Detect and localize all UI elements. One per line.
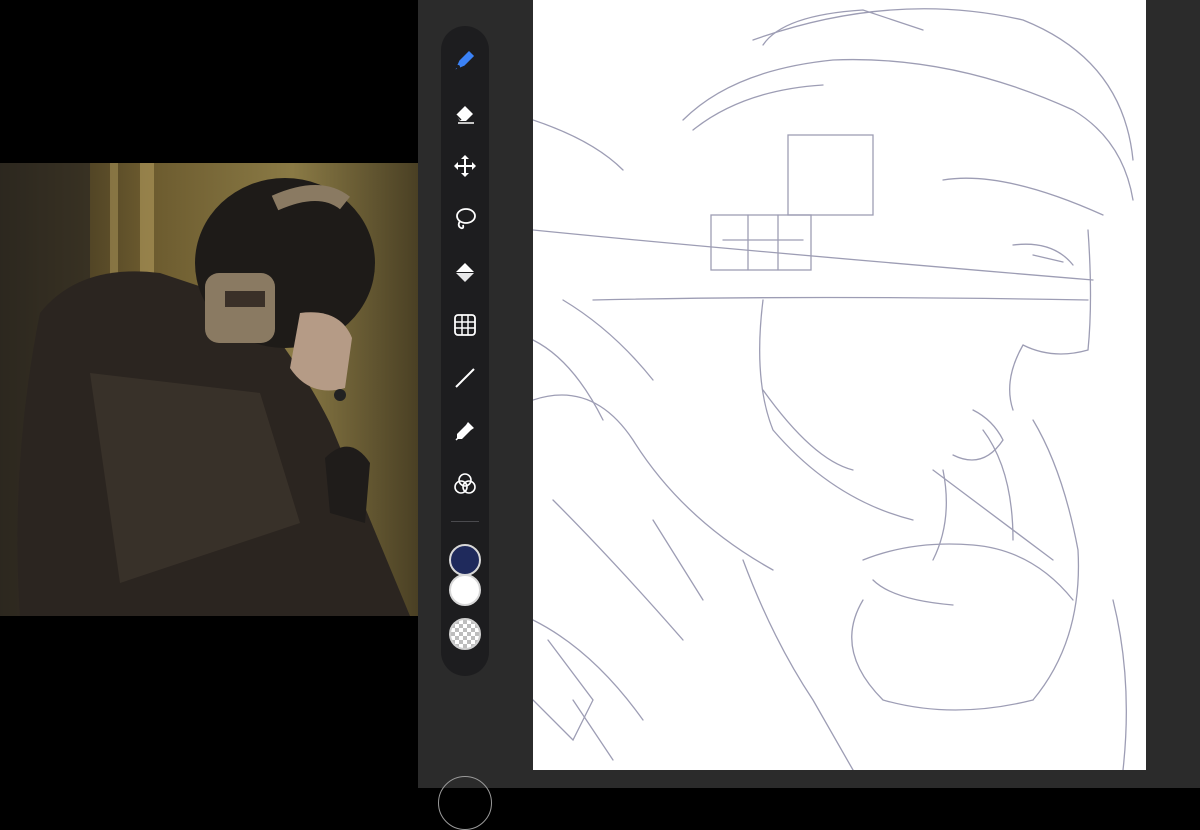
bottom-menu-button[interactable] xyxy=(438,776,492,830)
move-tool-button[interactable] xyxy=(445,146,485,186)
eyedropper-tool-button[interactable] xyxy=(445,411,485,451)
transform-grid-icon xyxy=(452,312,478,338)
tool-palette xyxy=(441,26,489,676)
transform-tool-button[interactable] xyxy=(445,305,485,345)
drawing-canvas[interactable] xyxy=(533,0,1146,770)
primary-color-swatch[interactable] xyxy=(449,544,481,576)
eraser-tool-button[interactable] xyxy=(445,93,485,133)
sketch-strokes xyxy=(533,8,1134,770)
lasso-icon xyxy=(452,206,478,232)
secondary-color-swatch[interactable] xyxy=(449,574,481,606)
toolbar-divider xyxy=(451,521,479,522)
move-icon xyxy=(452,153,478,179)
pen-icon xyxy=(452,47,478,73)
blend-tool-button[interactable] xyxy=(445,464,485,504)
pen-tool-button[interactable] xyxy=(445,40,485,80)
eraser-icon xyxy=(452,100,478,126)
blend-circles-icon xyxy=(452,471,478,497)
line-tool-button[interactable] xyxy=(445,358,485,398)
transparent-color-swatch[interactable] xyxy=(449,618,481,650)
fill-tool-button[interactable] xyxy=(445,252,485,292)
line-icon xyxy=(452,365,478,391)
fill-icon xyxy=(452,259,478,285)
reference-photo xyxy=(0,163,418,616)
eyedropper-icon xyxy=(452,418,478,444)
reference-pane xyxy=(0,0,418,788)
lasso-tool-button[interactable] xyxy=(445,199,485,239)
